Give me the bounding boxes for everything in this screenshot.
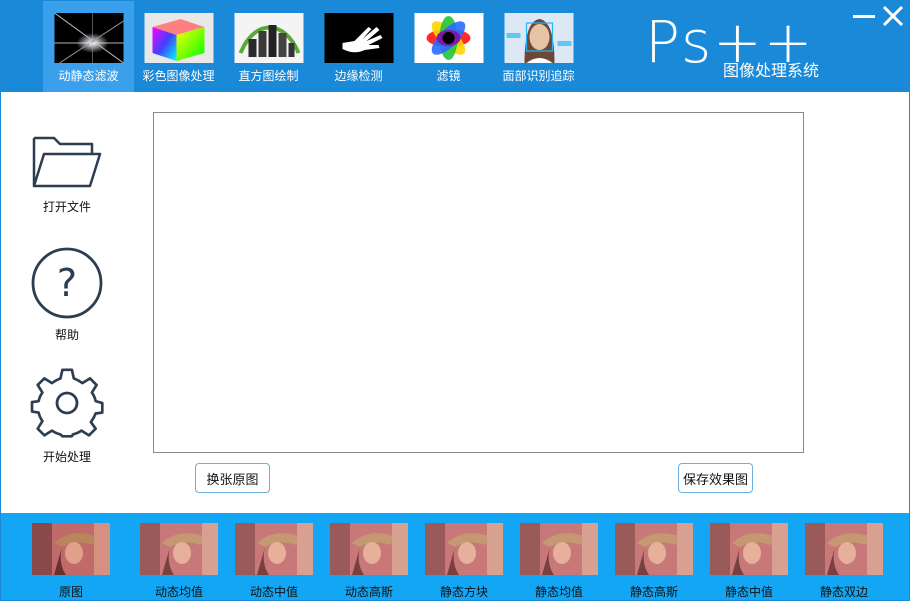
- thumbnail-image: [615, 523, 693, 575]
- sample-dynamic-gaussian[interactable]: 动态高斯: [329, 523, 409, 599]
- module-histogram[interactable]: 直方图绘制: [223, 1, 314, 92]
- thumbnail-image: [32, 523, 110, 575]
- help-icon: ?: [31, 247, 103, 319]
- sample-label: 原图: [58, 585, 83, 599]
- start-process-label: 开始处理: [42, 450, 91, 464]
- svg-text:?: ?: [57, 261, 77, 305]
- sample-static-mean[interactable]: 静态均值: [519, 523, 599, 599]
- help-label: 帮助: [54, 328, 79, 342]
- module-filters[interactable]: 滤镜: [403, 1, 494, 92]
- module-color[interactable]: 彩色图像处理: [133, 1, 224, 92]
- image-canvas[interactable]: [153, 112, 804, 453]
- 3d-histogram-icon: [234, 13, 303, 63]
- sample-label: 动态均值: [154, 585, 203, 599]
- sample-strip: 原图 动态均值 动态中值 动态高斯 静态方块 静态均值 静态高斯 静态中值 静态…: [1, 513, 909, 600]
- folder-icon: [32, 136, 102, 188]
- close-icon[interactable]: [881, 4, 905, 28]
- color-cube-icon: [144, 13, 213, 63]
- brand-subtitle: 图像处理系统: [723, 61, 820, 80]
- top-toolbar: 动静态滤波 彩色图像处理 直方图绘制 边缘检测 滤镜 面部识别追踪 Ps++ 图…: [1, 1, 909, 92]
- light-burst-icon: [54, 13, 123, 63]
- sample-static-gaussian[interactable]: 静态高斯: [614, 523, 694, 599]
- thumbnail-image: [235, 523, 313, 575]
- app-window: 动静态滤波 彩色图像处理 直方图绘制 边缘检测 滤镜 面部识别追踪 Ps++ 图…: [0, 0, 910, 601]
- module-face[interactable]: 面部识别追踪: [493, 1, 584, 92]
- module-label: 面部识别追踪: [502, 69, 575, 83]
- thumbnail-image: [710, 523, 788, 575]
- minimize-icon[interactable]: [853, 7, 875, 25]
- sample-static-median[interactable]: 静态中值: [709, 523, 789, 599]
- thumbnail-image: [425, 523, 503, 575]
- thumbnail-image: [805, 523, 883, 575]
- open-file-label: 打开文件: [42, 200, 91, 214]
- sample-original[interactable]: 原图: [31, 523, 111, 599]
- sample-dynamic-median[interactable]: 动态中值: [234, 523, 314, 599]
- sample-label: 动态中值: [249, 585, 298, 599]
- sample-label: 静态均值: [534, 585, 583, 599]
- hand-edge-icon: [324, 13, 393, 63]
- sample-label: 静态方块: [439, 585, 488, 599]
- color-flower-icon: [414, 13, 483, 63]
- sample-label: 动态高斯: [344, 585, 393, 599]
- thumbnail-image: [330, 523, 408, 575]
- module-edge[interactable]: 边缘检测: [313, 1, 404, 92]
- start-process-button[interactable]: 开始处理: [13, 368, 121, 478]
- module-filter[interactable]: 动静态滤波: [43, 1, 134, 92]
- sample-static-bilateral[interactable]: 静态双边: [804, 523, 884, 599]
- open-file-button[interactable]: 打开文件: [13, 132, 121, 242]
- thumbnail-image: [140, 523, 218, 575]
- sample-label: 静态中值: [724, 585, 773, 599]
- help-button[interactable]: ? 帮助: [13, 246, 121, 356]
- face-tracking-icon: [504, 13, 573, 63]
- sidebar: 打开文件 ? 帮助 开始处理: [1, 92, 141, 512]
- sample-dynamic-mean[interactable]: 动态均值: [139, 523, 219, 599]
- thumbnail-image: [520, 523, 598, 575]
- gear-icon: [30, 368, 104, 438]
- sample-label: 静态高斯: [629, 585, 678, 599]
- sample-label: 静态双边: [819, 585, 868, 599]
- save-result-button[interactable]: 保存效果图: [678, 463, 753, 493]
- swap-image-button[interactable]: 换张原图: [195, 463, 270, 493]
- sample-static-block[interactable]: 静态方块: [424, 523, 504, 599]
